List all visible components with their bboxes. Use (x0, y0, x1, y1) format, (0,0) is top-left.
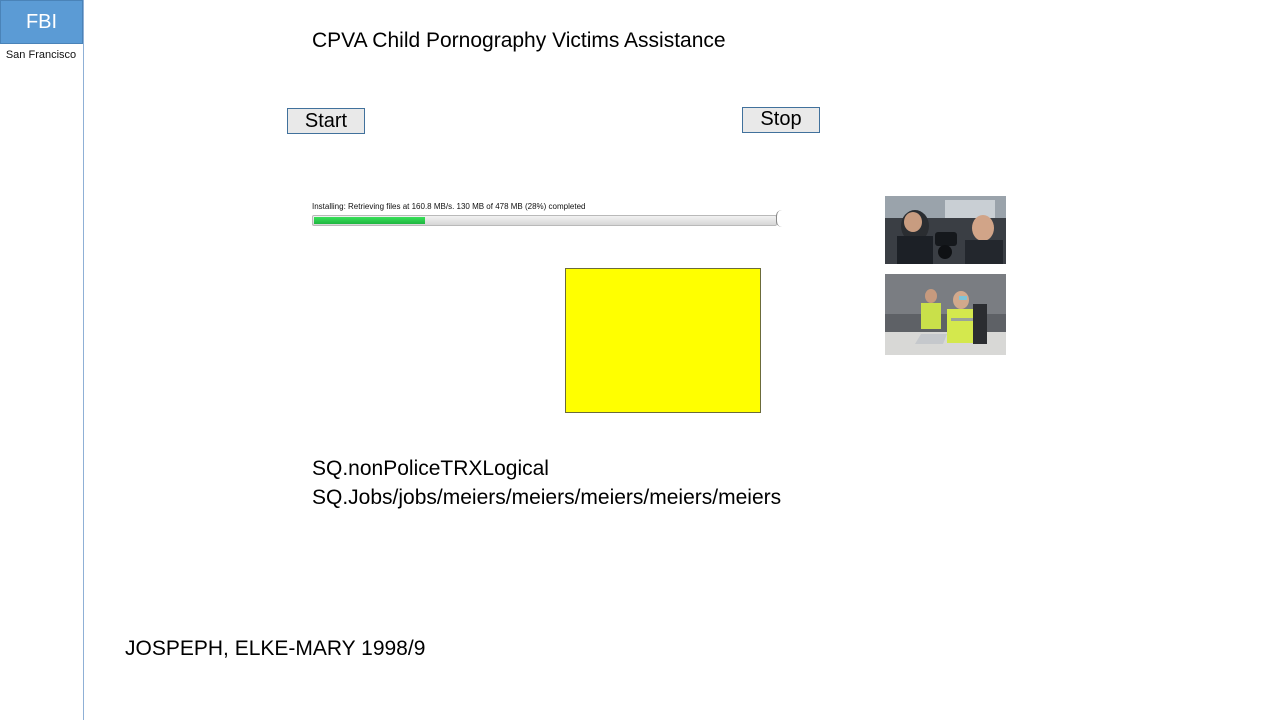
info-line-logical: SQ.nonPoliceTRXLogical (312, 457, 549, 480)
officers-in-vehicle-photo (885, 196, 1006, 264)
page-title: CPVA Child Pornography Victims Assistanc… (312, 29, 726, 52)
footer-name-date: JOSPEPH, ELKE-MARY 1998/9 (125, 637, 426, 660)
sidebar-location: San Francisco (5, 49, 77, 61)
sidebar: FBI San Francisco (0, 0, 84, 720)
page: FBI San Francisco CPVA Child Pornography… (0, 0, 1280, 720)
stop-button[interactable]: Stop (742, 107, 820, 133)
progress-bar (312, 215, 777, 226)
progress-status-text: Installing: Retrieving files at 160.8 MB… (312, 202, 586, 211)
responders-with-laptop-photo (885, 274, 1006, 355)
yellow-panel (565, 268, 761, 413)
progress-bar-endcap (776, 210, 782, 227)
sidebar-badge[interactable]: FBI (0, 0, 83, 44)
info-line-jobs-path: SQ.Jobs/jobs/meiers/meiers/meiers/meiers… (312, 486, 782, 509)
progress-bar-fill (314, 217, 425, 224)
start-button[interactable]: Start (287, 108, 365, 134)
